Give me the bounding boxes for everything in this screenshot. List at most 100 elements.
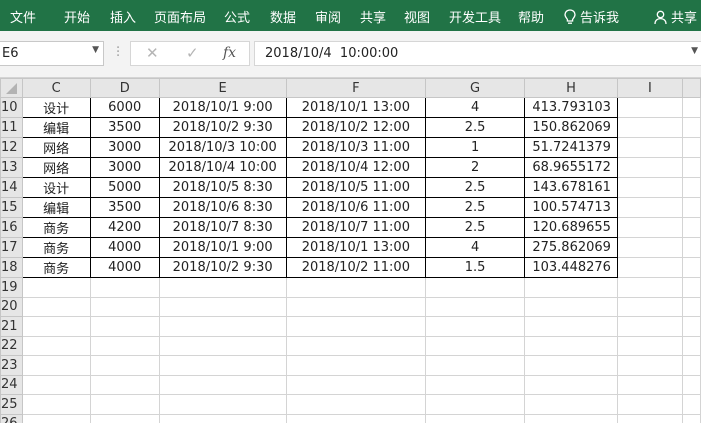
- row-header[interactable]: 20: [0, 296, 23, 317]
- cell[interactable]: 2018/10/1 9:00: [158, 97, 287, 118]
- cell[interactable]: [524, 413, 618, 423]
- cell[interactable]: [425, 394, 526, 415]
- tab-file[interactable]: 文件: [10, 7, 36, 26]
- column-header-e[interactable]: E: [158, 78, 287, 98]
- cell[interactable]: 2018/10/2 11:00: [285, 257, 427, 278]
- cell[interactable]: 4: [425, 97, 526, 118]
- cell[interactable]: 2018/10/2 9:30: [158, 117, 287, 138]
- cell[interactable]: 5000: [89, 177, 160, 198]
- chevron-down-icon[interactable]: ▼: [691, 46, 698, 56]
- cell[interactable]: 2.5: [425, 197, 526, 218]
- cell[interactable]: [158, 316, 287, 337]
- chevron-down-icon[interactable]: ▼: [92, 45, 99, 55]
- cell[interactable]: 商务: [21, 217, 91, 238]
- cell[interactable]: 网络: [21, 137, 91, 158]
- cell[interactable]: [425, 335, 526, 356]
- column-header-g[interactable]: G: [425, 78, 526, 98]
- cell[interactable]: 143.678161: [524, 177, 618, 198]
- cell[interactable]: 103.448276: [524, 257, 618, 278]
- select-all-corner[interactable]: [0, 78, 23, 98]
- tab-help[interactable]: 帮助: [518, 7, 544, 26]
- cell[interactable]: 2018/10/6 8:30: [158, 197, 287, 218]
- cell[interactable]: [681, 335, 701, 356]
- cell[interactable]: [158, 296, 287, 317]
- cell[interactable]: 商务: [21, 257, 91, 278]
- share-button[interactable]: 共享: [654, 7, 697, 26]
- cell[interactable]: [89, 394, 160, 415]
- cell[interactable]: [616, 157, 683, 178]
- cell[interactable]: [425, 413, 526, 423]
- cell[interactable]: 3500: [89, 117, 160, 138]
- row-header[interactable]: 14: [0, 177, 23, 198]
- cell[interactable]: 6000: [89, 97, 160, 118]
- cell[interactable]: 2018/10/1 9:00: [158, 237, 287, 258]
- cell[interactable]: [681, 217, 701, 238]
- insert-function-button[interactable]: fx: [223, 45, 236, 61]
- cell[interactable]: [616, 197, 683, 218]
- cell[interactable]: 3000: [89, 137, 160, 158]
- cell[interactable]: [616, 335, 683, 356]
- cell[interactable]: [616, 316, 683, 337]
- cell[interactable]: 4200: [89, 217, 160, 238]
- row-header[interactable]: 15: [0, 197, 23, 218]
- row-header[interactable]: 21: [0, 316, 23, 337]
- column-header-c[interactable]: C: [21, 78, 91, 98]
- cell[interactable]: 2018/10/4 12:00: [285, 157, 427, 178]
- cell[interactable]: [681, 177, 701, 198]
- cell[interactable]: [21, 277, 91, 298]
- cell[interactable]: [425, 355, 526, 376]
- cell[interactable]: [524, 374, 618, 395]
- cell[interactable]: 2018/10/7 11:00: [285, 217, 427, 238]
- cell[interactable]: [21, 316, 91, 337]
- cell[interactable]: [158, 394, 287, 415]
- cell[interactable]: 3000: [89, 157, 160, 178]
- cell[interactable]: [89, 335, 160, 356]
- row-header[interactable]: 19: [0, 277, 23, 298]
- cell[interactable]: [681, 157, 701, 178]
- cell[interactable]: [681, 137, 701, 158]
- cell[interactable]: [681, 257, 701, 278]
- cell[interactable]: 3500: [89, 197, 160, 218]
- cell[interactable]: 编辑: [21, 117, 91, 138]
- cell[interactable]: [21, 355, 91, 376]
- row-header[interactable]: 10: [0, 97, 23, 118]
- cell[interactable]: [681, 296, 701, 317]
- cell[interactable]: [21, 374, 91, 395]
- tab-data[interactable]: 数据: [270, 7, 296, 26]
- cell[interactable]: [425, 316, 526, 337]
- grip-dots-icon[interactable]: · · ·: [116, 42, 120, 63]
- cell[interactable]: 设计: [21, 177, 91, 198]
- cell[interactable]: [89, 355, 160, 376]
- cell[interactable]: [681, 374, 701, 395]
- cell[interactable]: [21, 335, 91, 356]
- cell[interactable]: [616, 177, 683, 198]
- cell[interactable]: 商务: [21, 237, 91, 258]
- cell[interactable]: [524, 277, 618, 298]
- cell[interactable]: [285, 355, 427, 376]
- cell[interactable]: 2018/10/6 11:00: [285, 197, 427, 218]
- tab-page-layout[interactable]: 页面布局: [154, 7, 206, 26]
- column-header-i[interactable]: I: [616, 78, 683, 98]
- cell[interactable]: 网络: [21, 157, 91, 178]
- cell[interactable]: 275.862069: [524, 237, 618, 258]
- cell[interactable]: [616, 413, 683, 423]
- cell[interactable]: [524, 296, 618, 317]
- cell[interactable]: 2018/10/5 8:30: [158, 177, 287, 198]
- cell[interactable]: [158, 335, 287, 356]
- row-header[interactable]: 17: [0, 237, 23, 258]
- cell[interactable]: [21, 296, 91, 317]
- cell[interactable]: [681, 355, 701, 376]
- tab-view[interactable]: 视图: [404, 7, 430, 26]
- cell[interactable]: 2018/10/5 11:00: [285, 177, 427, 198]
- cell[interactable]: [89, 277, 160, 298]
- row-header[interactable]: 26: [0, 413, 23, 423]
- cell[interactable]: 2.5: [425, 177, 526, 198]
- cell[interactable]: [681, 97, 701, 118]
- cell[interactable]: 1.5: [425, 257, 526, 278]
- cell[interactable]: 4: [425, 237, 526, 258]
- cell[interactable]: 1: [425, 137, 526, 158]
- cell[interactable]: [21, 394, 91, 415]
- cell[interactable]: [89, 316, 160, 337]
- cell[interactable]: 413.793103: [524, 97, 618, 118]
- cell[interactable]: 2.5: [425, 217, 526, 238]
